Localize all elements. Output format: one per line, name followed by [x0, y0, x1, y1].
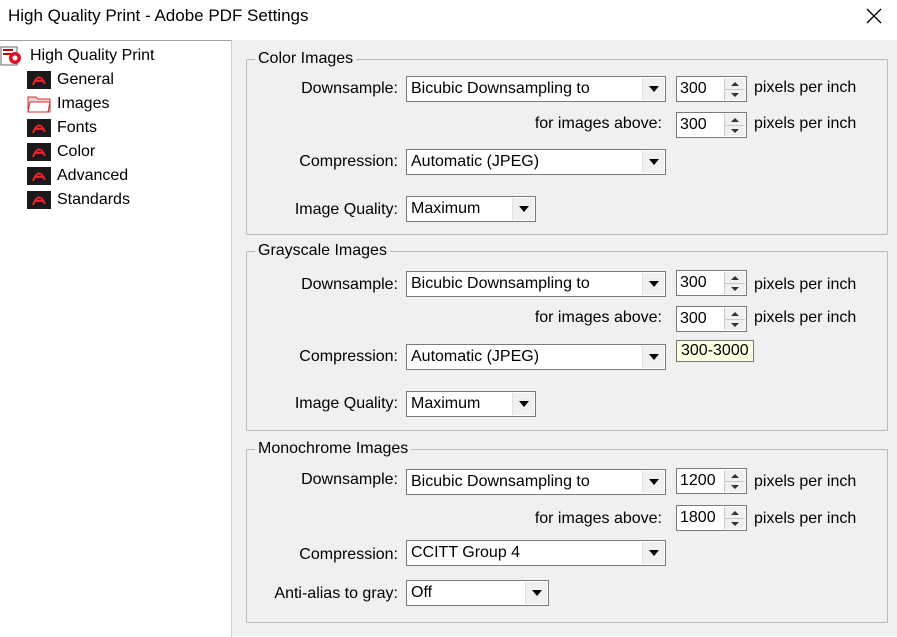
- select-value: Maximum: [411, 200, 481, 217]
- compression-label: Compression:: [299, 348, 398, 365]
- quality-label: Image Quality:: [294, 201, 398, 218]
- spin-down-icon[interactable]: [725, 283, 745, 294]
- tree-item-standards[interactable]: Standards: [27, 190, 130, 210]
- group-title: Grayscale Images: [255, 242, 390, 260]
- tree-item-label: Standards: [57, 191, 130, 208]
- window-title: High Quality Print - Adobe PDF Settings: [8, 6, 309, 25]
- quality-label: Image Quality:: [294, 395, 398, 412]
- tree-item-label: Advanced: [57, 167, 129, 184]
- select-value: Maximum: [411, 395, 481, 412]
- pdf-document-icon: [27, 167, 51, 185]
- gray-quality-select[interactable]: Maximum: [406, 391, 536, 417]
- tree-item-label: Color: [57, 143, 96, 160]
- unit-label: pixels per inch: [754, 115, 857, 132]
- color-above-spinner[interactable]: 300: [676, 112, 747, 138]
- chevron-down-icon[interactable]: [525, 582, 547, 604]
- select-value: Automatic (JPEG): [411, 348, 540, 365]
- pdf-document-icon: [27, 191, 51, 209]
- downsample-label: Downsample:: [301, 80, 398, 97]
- downsample-label: Downsample:: [301, 276, 398, 293]
- chevron-down-icon[interactable]: [512, 198, 534, 220]
- color-downsample-select[interactable]: Bicubic Downsampling to: [406, 76, 666, 102]
- pdf-document-icon: [27, 143, 51, 161]
- tree-root-item[interactable]: High Quality Print: [0, 45, 155, 67]
- tree-item-color[interactable]: Color: [27, 142, 95, 162]
- tree-root-label: High Quality Print: [30, 47, 155, 64]
- chevron-down-icon[interactable]: [642, 542, 664, 564]
- above-label: for images above:: [534, 115, 662, 132]
- mono-ppi-spinner[interactable]: 1200: [676, 468, 747, 494]
- pdf-settings-icon: [0, 46, 21, 66]
- spinner-value: 300: [680, 116, 707, 133]
- chevron-down-icon[interactable]: [642, 151, 664, 173]
- spin-down-icon[interactable]: [725, 89, 745, 100]
- title-bar: High Quality Print - Adobe PDF Settings: [0, 0, 897, 34]
- tree-item-label: Images: [57, 95, 110, 112]
- pdf-document-icon: [27, 71, 51, 89]
- spinner-value: 300: [680, 274, 707, 291]
- compression-label: Compression:: [299, 153, 398, 170]
- select-value: Bicubic Downsampling to: [411, 275, 590, 292]
- mono-above-spinner[interactable]: 1800: [676, 505, 747, 531]
- gray-downsample-select[interactable]: Bicubic Downsampling to: [406, 271, 666, 297]
- unit-label: pixels per inch: [754, 309, 857, 326]
- tree-item-fonts[interactable]: Fonts: [27, 118, 97, 138]
- pdf-document-icon: [27, 119, 51, 137]
- range-tooltip: 300-3000: [676, 340, 754, 362]
- tree-item-label: General: [57, 71, 114, 88]
- select-value: Automatic (JPEG): [411, 153, 540, 170]
- gray-ppi-spinner[interactable]: 300: [676, 270, 747, 296]
- unit-label: pixels per inch: [754, 79, 857, 96]
- unit-label: pixels per inch: [754, 510, 857, 527]
- spinner-value: 300: [680, 310, 707, 327]
- tree-item-advanced[interactable]: Advanced: [27, 166, 128, 186]
- compression-label: Compression:: [299, 546, 398, 563]
- close-icon: [866, 8, 882, 24]
- spin-down-icon[interactable]: [725, 481, 745, 492]
- mono-antialias-select[interactable]: Off: [406, 580, 549, 606]
- mono-compression-select[interactable]: CCITT Group 4: [406, 540, 666, 566]
- spinner-value: 1800: [680, 509, 716, 526]
- folder-open-icon: [27, 96, 51, 113]
- spinner-value: 1200: [680, 472, 716, 489]
- gray-above-spinner[interactable]: 300: [676, 306, 747, 332]
- group-title: Monochrome Images: [255, 440, 412, 458]
- chevron-down-icon[interactable]: [642, 471, 664, 493]
- unit-label: pixels per inch: [754, 473, 857, 490]
- gray-compression-select[interactable]: Automatic (JPEG): [406, 344, 666, 370]
- color-compression-select[interactable]: Automatic (JPEG): [406, 149, 666, 175]
- antialias-label: Anti-alias to gray:: [274, 585, 398, 602]
- select-value: Off: [411, 584, 433, 601]
- spin-down-icon[interactable]: [725, 125, 745, 136]
- group-title: Color Images: [255, 50, 357, 68]
- select-value: Bicubic Downsampling to: [411, 80, 590, 97]
- close-button[interactable]: [851, 0, 897, 32]
- mono-downsample-select[interactable]: Bicubic Downsampling to: [406, 469, 666, 495]
- chevron-down-icon[interactable]: [642, 78, 664, 100]
- spin-down-icon[interactable]: [725, 319, 745, 330]
- settings-tree: High Quality Print General Images Fonts …: [0, 40, 232, 637]
- chevron-down-icon[interactable]: [642, 273, 664, 295]
- spin-down-icon[interactable]: [725, 518, 745, 529]
- above-label: for images above:: [534, 309, 662, 326]
- tree-item-general[interactable]: General: [27, 70, 114, 90]
- select-value: Bicubic Downsampling to: [411, 473, 590, 490]
- chevron-down-icon[interactable]: [642, 346, 664, 368]
- color-ppi-spinner[interactable]: 300: [676, 76, 747, 102]
- downsample-label: Downsample:: [301, 471, 398, 488]
- unit-label: pixels per inch: [754, 276, 857, 293]
- tree-item-images[interactable]: Images: [27, 94, 109, 114]
- color-quality-select[interactable]: Maximum: [406, 196, 536, 222]
- chevron-down-icon[interactable]: [512, 393, 534, 415]
- spinner-value: 300: [680, 80, 707, 97]
- tree-item-label: Fonts: [57, 119, 98, 136]
- select-value: CCITT Group 4: [411, 544, 521, 561]
- above-label: for images above:: [534, 510, 662, 527]
